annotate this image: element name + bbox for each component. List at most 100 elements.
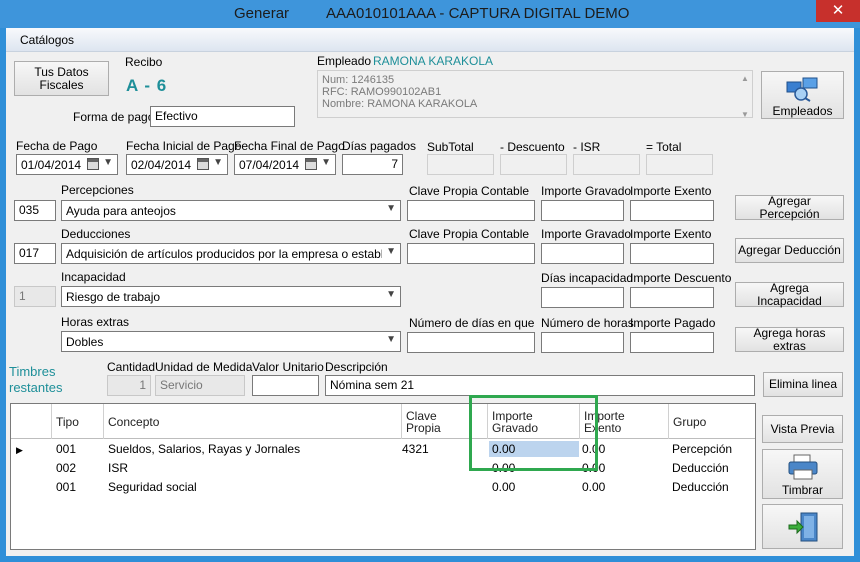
percepcion-value: Ayuda para anteojos [66, 204, 176, 218]
incapacidad-select[interactable]: Riesgo de trabajo ▼ [61, 286, 401, 307]
horas-extras-label: Horas extras [61, 315, 130, 329]
percepciones-label: Percepciones [61, 183, 134, 197]
deduccion-code-input[interactable]: 017 [14, 243, 56, 264]
deduccion-gravado-input[interactable] [541, 243, 624, 264]
calendar-icon [87, 158, 99, 170]
percepcion-exento-input[interactable] [630, 200, 714, 221]
forma-pago-label: Forma de pago [73, 110, 155, 124]
deduccion-clave-label: Clave Propia Contable [409, 227, 530, 241]
client-area: Catálogos Tus Datos Fiscales Recibo A - … [6, 28, 854, 556]
importe-pagado-input[interactable] [630, 332, 714, 353]
employee-rfc: RFC: RAMO990102AB1 [322, 86, 442, 98]
grid-cell-grupo[interactable]: Deducción [672, 480, 729, 494]
percepcion-gravado-input[interactable] [541, 200, 624, 221]
tus-datos-fiscales-button[interactable]: Tus Datos Fiscales [14, 61, 109, 96]
deduccion-clave-input[interactable] [407, 243, 535, 264]
deduccion-exento-input[interactable] [630, 243, 714, 264]
percepcion-exento-label: Importe Exento [630, 184, 712, 198]
timbres-label-line1: Timbres [9, 364, 56, 379]
grid-header-grupo[interactable]: Grupo [669, 404, 755, 439]
isr-field [573, 154, 640, 175]
timbres-label-line2: restantes [9, 380, 63, 395]
percepcion-clave-input[interactable] [407, 200, 535, 221]
elimina-linea-button[interactable]: Elimina linea [763, 372, 843, 397]
agrega-incapacidad-button[interactable]: Agrega Incapacidad [735, 281, 844, 307]
grid-cell-grupo[interactable]: Deducción [672, 461, 729, 475]
descripcion-input[interactable]: Nómina sem 21 [325, 375, 755, 396]
grid-cell-concepto[interactable]: ISR [108, 461, 128, 475]
menu-bar: Catálogos [6, 28, 854, 52]
fecha-final-picker[interactable]: 07/04/2014 ▼ [234, 154, 336, 175]
exit-button[interactable] [762, 504, 843, 549]
agregar-deduccion-button[interactable]: Agregar Deducción [735, 238, 844, 263]
incapacidad-code-input: 1 [14, 286, 56, 307]
grid-cell-tipo[interactable]: 001 [56, 442, 76, 456]
valor-unitario-input[interactable] [252, 375, 319, 396]
percepcion-select[interactable]: Ayuda para anteojos ▼ [61, 200, 401, 221]
grid-header-tipo[interactable]: Tipo [52, 404, 104, 439]
grid-header-concepto-label: Concepto [108, 414, 160, 429]
grid-cell-gravado[interactable]: 0.00 [492, 480, 515, 494]
percepcion-clave-label: Clave Propia Contable [409, 184, 530, 198]
employee-box-scrollbar[interactable]: ▲ ▼ [740, 73, 750, 119]
empleados-button[interactable]: Empleados [761, 71, 844, 119]
concepts-grid[interactable]: Tipo Concepto Clave Propia Importe Grava… [10, 403, 756, 550]
grid-header-tipo-label: Tipo [56, 414, 79, 429]
dias-pagados-input[interactable]: 7 [342, 154, 403, 175]
grid-cell-tipo[interactable]: 001 [56, 480, 76, 494]
grid-cell-concepto[interactable]: Sueldos, Salarios, Rayas y Jornales [108, 442, 300, 456]
deduccion-select[interactable]: Adquisición de artículos producidos por … [61, 243, 401, 264]
employee-num: Num: 1246135 [322, 74, 395, 86]
fecha-inicial-picker[interactable]: 02/04/2014 ▼ [126, 154, 228, 175]
grid-header-rowselector [11, 404, 52, 439]
recibo-label: Recibo [125, 55, 163, 69]
incapacidad-value: Riesgo de trabajo [66, 290, 161, 304]
timbrar-button[interactable]: Timbrar [762, 449, 843, 499]
timbrar-label: Timbrar [782, 483, 823, 497]
close-button[interactable]: ✕ [816, 0, 860, 22]
grid-cell-clave[interactable]: 4321 [402, 442, 429, 456]
title-bar[interactable]: Generar AAA010101AAA - CAPTURA DIGITAL D… [0, 0, 860, 28]
grid-cell-grupo[interactable]: Percepción [672, 442, 732, 456]
agregar-percepcion-button[interactable]: Agregar Percepción [735, 194, 844, 220]
unidad-medida-label: Unidad de Medida [155, 360, 253, 374]
vista-previa-button[interactable]: Vista Previa [762, 415, 843, 443]
fecha-pago-picker[interactable]: 01/04/2014 ▼ [16, 154, 118, 175]
cantidad-label: Cantidad [107, 360, 156, 374]
menu-catalogos[interactable]: Catálogos [20, 33, 74, 47]
cantidad-field: 1 [107, 375, 151, 396]
fecha-inicial-label: Fecha Inicial de Pago [126, 139, 242, 153]
numero-horas-input[interactable] [541, 332, 624, 353]
chevron-down-icon: ▼ [386, 246, 396, 257]
grid-cell-tipo[interactable]: 002 [56, 461, 76, 475]
current-row-indicator: ▶ [16, 445, 23, 455]
grid-cell-concepto[interactable]: Seguridad social [108, 480, 197, 494]
empleado-name: RAMONA KARAKOLA [373, 54, 494, 68]
highlight-box [469, 395, 598, 471]
grid-header-concepto[interactable]: Concepto [104, 404, 402, 439]
descripcion-label: Descripción [325, 360, 388, 374]
chevron-down-icon: ▼ [103, 157, 113, 168]
chevron-down-icon: ▼ [213, 157, 223, 168]
chevron-down-icon: ▼ [386, 289, 396, 300]
grid-cell-exento[interactable]: 0.00 [582, 480, 605, 494]
window-title-left: Generar [234, 5, 290, 22]
grid-header-clave-line1: Clave [406, 408, 437, 423]
exit-door-icon [788, 512, 818, 542]
horas-extras-select[interactable]: Dobles ▼ [61, 331, 401, 352]
descuento-label: - Descuento [500, 140, 565, 154]
tus-datos-line1: Tus Datos [34, 64, 89, 79]
numero-dias-input[interactable] [407, 332, 535, 353]
deduccion-value: Adquisición de artículos producidos por … [66, 247, 382, 261]
dias-incapacidad-label: Días incapacidad [541, 271, 634, 285]
agrega-horas-extras-button[interactable]: Agrega horas extras [735, 326, 844, 352]
subtotal-label: SubTotal [427, 140, 474, 154]
isr-label: - ISR [573, 140, 601, 154]
descuento-field [500, 154, 567, 175]
chevron-down-icon: ▼ [386, 334, 396, 345]
forma-pago-input[interactable]: Efectivo [150, 106, 295, 127]
grid-header: Tipo Concepto Clave Propia Importe Grava… [11, 404, 755, 439]
importe-descuento-input[interactable] [630, 287, 714, 308]
dias-incapacidad-input[interactable] [541, 287, 624, 308]
percepcion-code-input[interactable]: 035 [14, 200, 56, 221]
